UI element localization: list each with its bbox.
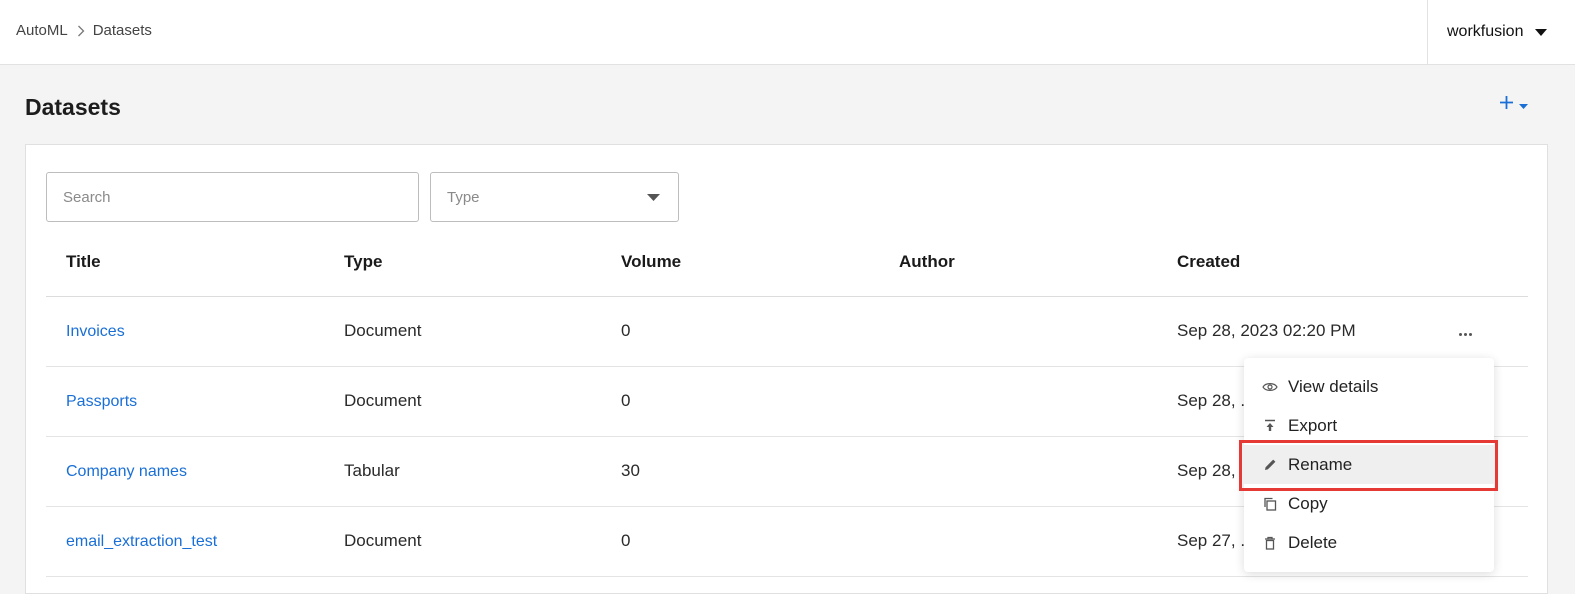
export-icon — [1262, 418, 1278, 434]
menu-item-view-details[interactable]: View details — [1244, 367, 1494, 406]
cell-title: email_extraction_test — [46, 506, 324, 577]
chevron-right-icon — [77, 25, 85, 37]
column-header-type[interactable]: Type — [324, 228, 601, 297]
column-header-actions — [1437, 228, 1528, 297]
column-header-volume[interactable]: Volume — [601, 228, 879, 297]
menu-item-label: Rename — [1288, 454, 1353, 474]
cell-volume: 0 — [601, 366, 879, 437]
menu-item-delete[interactable]: Delete — [1244, 523, 1494, 562]
cell-author — [879, 366, 1157, 437]
cell-volume: 0 — [601, 506, 879, 577]
menu-item-export[interactable]: Export — [1244, 406, 1494, 445]
cell-title: Invoices — [46, 296, 324, 367]
menu-item-copy[interactable]: Copy — [1244, 484, 1494, 523]
top-bar: AutoML Datasets workfusion — [0, 0, 1575, 65]
breadcrumb-current: Datasets — [92, 22, 152, 39]
caret-down-icon — [1519, 96, 1528, 114]
cell-author — [879, 296, 1157, 367]
caret-down-icon — [1535, 28, 1548, 36]
search-input[interactable] — [46, 172, 419, 222]
dataset-link[interactable]: Invoices — [66, 323, 125, 340]
dataset-link[interactable]: email_extraction_test — [66, 533, 217, 550]
dataset-link[interactable]: Passports — [66, 393, 137, 410]
type-select-placeholder: Type — [447, 188, 480, 206]
page-title: Datasets — [25, 94, 121, 120]
menu-item-rename[interactable]: Rename — [1244, 445, 1494, 484]
cell-type: Document — [324, 506, 601, 577]
caret-down-icon — [647, 194, 660, 201]
dataset-link[interactable]: Company names — [66, 463, 187, 480]
breadcrumb-root[interactable]: AutoML — [16, 22, 68, 39]
user-menu-button[interactable]: workfusion — [1427, 0, 1575, 64]
user-name: workfusion — [1447, 23, 1524, 40]
trash-icon — [1262, 535, 1278, 551]
cell-type: Document — [324, 296, 601, 367]
cell-type: Tabular — [324, 436, 601, 507]
menu-item-label: Export — [1288, 415, 1338, 435]
cell-type: Document — [324, 366, 601, 437]
menu-item-label: View details — [1288, 376, 1379, 396]
pencil-icon — [1262, 457, 1278, 473]
row-actions-menu: View details Export Rename Copy Delete — [1244, 358, 1494, 572]
cell-author — [879, 436, 1157, 507]
eye-icon — [1262, 379, 1278, 395]
cell-created: Sep 28, 2023 02:20 PM — [1157, 296, 1437, 367]
column-header-created[interactable]: Created — [1157, 228, 1437, 297]
column-header-author[interactable]: Author — [879, 228, 1157, 297]
menu-item-label: Copy — [1288, 493, 1328, 513]
cell-title: Company names — [46, 436, 324, 507]
table-row[interactable]: Invoices Document 0 Sep 28, 2023 02:20 P… — [46, 296, 1528, 367]
menu-item-label: Delete — [1288, 532, 1338, 552]
breadcrumb: AutoML Datasets — [16, 22, 152, 39]
copy-icon — [1262, 496, 1278, 512]
cell-volume: 30 — [601, 436, 879, 507]
cell-actions — [1437, 296, 1528, 367]
cell-title: Passports — [46, 366, 324, 437]
plus-icon — [1500, 96, 1513, 114]
cell-volume: 0 — [601, 296, 879, 367]
add-dataset-button[interactable] — [1500, 94, 1528, 116]
cell-author — [879, 506, 1157, 577]
table-header-row: Title Type Volume Author Created — [46, 228, 1528, 297]
column-header-title[interactable]: Title — [46, 228, 324, 297]
more-actions-icon[interactable] — [1455, 327, 1476, 342]
type-select[interactable]: Type — [430, 172, 679, 222]
